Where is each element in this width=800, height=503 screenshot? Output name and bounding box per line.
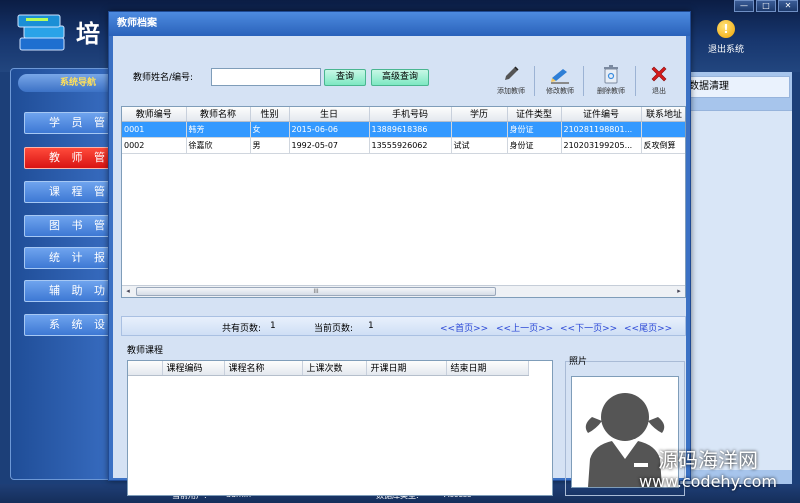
col-header[interactable]: 联系地址 xyxy=(641,107,685,122)
cell: 13555926062 xyxy=(369,137,452,154)
cell: 13889618386 xyxy=(369,121,452,138)
grid-header-row: 教师编号 教师名称 性别 生日 手机号码 学历 证件类型 证件编号 联系地址 xyxy=(122,107,685,122)
cell: 试试 xyxy=(451,137,508,154)
toolbar-separator xyxy=(583,66,584,96)
total-pages-value: 1 xyxy=(270,321,276,331)
watermark-line2: www.codehy.com xyxy=(638,472,778,491)
sidebar-item-students[interactable]: 学 员 管 理 xyxy=(24,112,116,134)
next-page-link[interactable]: <<下一页>> xyxy=(560,321,617,334)
cell: 0001 xyxy=(122,121,187,138)
col-header[interactable]: 性别 xyxy=(250,107,290,122)
scroll-left-arrow-icon[interactable]: ◂ xyxy=(123,287,133,296)
delete-teacher-label: 删除教师 xyxy=(597,87,625,95)
cell: 身份证 xyxy=(507,121,562,138)
advanced-query-button[interactable]: 高级查询 xyxy=(371,69,429,86)
col-header[interactable]: 开课日期 xyxy=(366,361,447,376)
dialog-title: 教师档案 xyxy=(109,12,690,36)
cell: 徐嘉欣 xyxy=(186,137,251,154)
toolbar-separator xyxy=(635,66,636,96)
close-window-button[interactable]: ✕ xyxy=(778,0,798,12)
pencil-icon xyxy=(505,66,519,80)
cell: 2015-06-06 xyxy=(289,121,370,138)
col-header[interactable]: 证件类型 xyxy=(507,107,562,122)
teacher-grid[interactable]: 教师编号 教师名称 性别 生日 手机号码 学历 证件类型 证件编号 联系地址 0… xyxy=(121,106,686,298)
trash-icon xyxy=(604,65,618,84)
exit-system-label: 退出系统 xyxy=(707,45,744,55)
course-header-row: 课程编码 课程名称 上课次数 开课日期 结束日期 xyxy=(128,361,529,376)
cell: 男 xyxy=(250,137,290,154)
current-page-label: 当前页数: xyxy=(314,324,354,334)
query-button[interactable]: 查询 xyxy=(324,69,366,86)
col-header[interactable]: 学历 xyxy=(451,107,508,122)
col-header[interactable]: 证件编号 xyxy=(561,107,642,122)
scroll-right-arrow-icon[interactable]: ▸ xyxy=(674,287,684,296)
cell: 女 xyxy=(250,121,290,138)
window-controls: — □ ✕ xyxy=(734,0,798,12)
exit-dialog-label: 退出 xyxy=(652,87,666,95)
col-header[interactable]: 教师编号 xyxy=(122,107,187,122)
sidebar-item-teachers[interactable]: 教 师 管 理 xyxy=(24,147,116,169)
sidebar-item-courses[interactable]: 课 程 管 理 xyxy=(24,181,116,203)
cell: 反攻倒算 xyxy=(641,137,685,154)
cell xyxy=(451,121,508,138)
total-pages-label: 共有页数: xyxy=(222,324,262,334)
col-header[interactable]: 结束日期 xyxy=(446,361,529,376)
col-header[interactable]: 手机号码 xyxy=(369,107,452,122)
table-row[interactable]: 0001 韩芳 女 2015-06-06 13889618386 身份证 210… xyxy=(122,121,685,138)
add-teacher-button[interactable]: 添加教师 xyxy=(489,62,533,96)
watermark-line1: 源码海洋网 xyxy=(658,448,758,472)
table-row[interactable]: 0002 徐嘉欣 男 1992-05-07 13555926062 试试 身份证… xyxy=(122,137,685,154)
exit-dialog-button[interactable]: 退出 xyxy=(637,62,681,96)
cell: 1992-05-07 xyxy=(289,137,370,154)
prev-page-link[interactable]: <<上一页>> xyxy=(496,321,553,334)
search-input[interactable] xyxy=(211,68,321,86)
horizontal-scrollbar[interactable]: ◂ III ▸ xyxy=(122,285,685,297)
sidebar-header: 系统导航 xyxy=(18,74,120,92)
cell: 210203199205... xyxy=(561,137,642,154)
cell: 0002 xyxy=(122,137,187,154)
col-header[interactable]: 课程编码 xyxy=(162,361,225,376)
col-header[interactable]: 课程名称 xyxy=(224,361,303,376)
sidebar-item-tools[interactable]: 辅 助 功 能 xyxy=(24,280,116,302)
cell: 韩芳 xyxy=(186,121,251,138)
scroll-thumb[interactable]: III xyxy=(136,287,496,296)
course-section-label: 教师课程 xyxy=(127,346,164,356)
cell xyxy=(641,121,685,138)
col-header[interactable]: 生日 xyxy=(289,107,370,122)
add-teacher-label: 添加教师 xyxy=(497,87,525,95)
maximize-button[interactable]: □ xyxy=(756,0,776,12)
col-header[interactable]: 上课次数 xyxy=(302,361,367,376)
delete-teacher-button[interactable]: 删除教师 xyxy=(589,62,633,96)
first-page-link[interactable]: <<首页>> xyxy=(440,321,488,334)
photo-label: 照片 xyxy=(569,357,588,367)
search-label: 教师姓名/编号: xyxy=(133,73,194,83)
teacher-dialog: 教师档案 教师姓名/编号: 查询 高级查询 添加教师 修改教师 删除教师 退出 xyxy=(108,11,691,496)
edit-pen-icon xyxy=(551,69,569,84)
current-page-value: 1 xyxy=(368,321,374,331)
minimize-button[interactable]: — xyxy=(734,0,754,12)
red-x-icon xyxy=(651,66,667,82)
toolbar-separator xyxy=(534,66,535,96)
watermark: 源码海洋网 www.codehy.com xyxy=(620,449,796,493)
app-title: 培 xyxy=(76,19,100,48)
pager: 共有页数: 1 当前页数: 1 <<首页>> <<上一页>> <<下一页>> <… xyxy=(121,316,686,336)
cell: 210281198801... xyxy=(561,121,642,138)
tab-data-cleanup[interactable]: 数据清理 xyxy=(680,76,790,98)
cell: 身份证 xyxy=(507,137,562,154)
right-panel-body xyxy=(680,110,792,470)
dialog-body: 教师姓名/编号: 查询 高级查询 添加教师 修改教师 删除教师 退出 教师编号 … xyxy=(113,36,686,496)
sidebar-item-reports[interactable]: 统 计 报 表 xyxy=(24,247,116,269)
sidebar-item-books[interactable]: 图 书 管 理 xyxy=(24,215,116,237)
exit-system-button[interactable]: ! 退出系统 xyxy=(702,20,750,55)
course-grid[interactable]: 课程编码 课程名称 上课次数 开课日期 结束日期 xyxy=(127,360,553,496)
edit-teacher-button[interactable]: 修改教师 xyxy=(538,62,582,96)
sidebar-item-settings[interactable]: 系 统 设 置 xyxy=(24,314,116,336)
col-header[interactable]: 教师名称 xyxy=(186,107,251,122)
books-logo-icon xyxy=(17,14,65,51)
last-page-link[interactable]: <<尾页>> xyxy=(624,321,672,334)
row-indicator-header xyxy=(128,361,163,376)
exclamation-icon: ! xyxy=(717,20,735,38)
edit-teacher-label: 修改教师 xyxy=(546,87,574,95)
